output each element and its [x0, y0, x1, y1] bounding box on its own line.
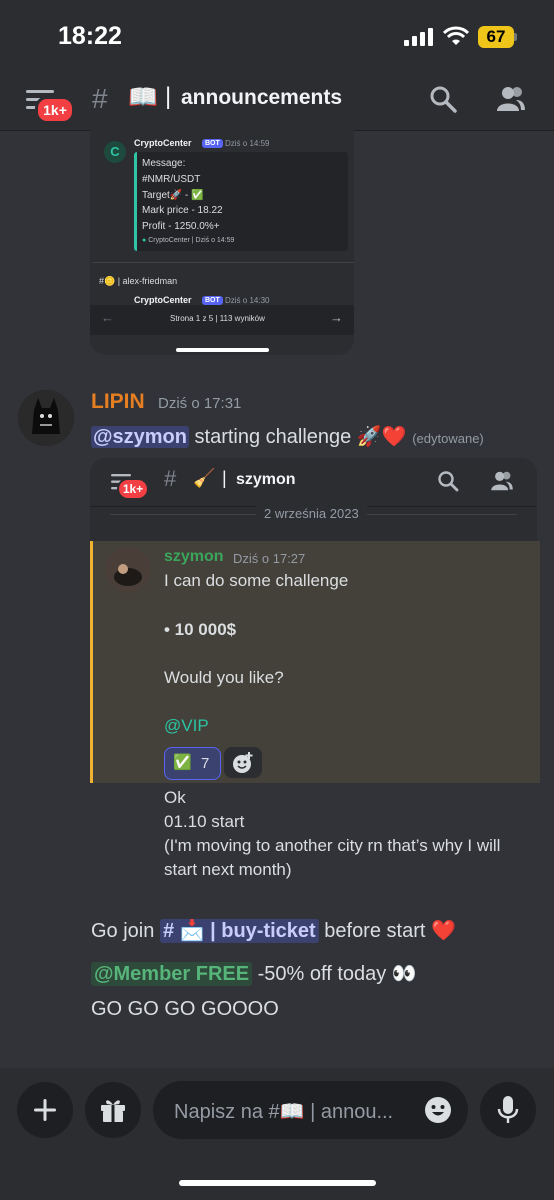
- message-body: starting challenge 🚀❤️: [188, 426, 413, 448]
- inner-members-icon: [491, 471, 513, 491]
- pager-prev-icon[interactable]: ←: [101, 310, 114, 325]
- embed-footer: ● CryptoCenter | Dziś o 14:59: [142, 237, 234, 244]
- embed-line: Mark price - 18.22: [142, 205, 223, 216]
- message-author[interactable]: LIPIN: [91, 390, 145, 414]
- add-reaction-icon: [233, 752, 253, 773]
- date-divider: 2 września 2023: [256, 506, 367, 521]
- embed-line: Profit - 1250.0%+: [142, 221, 220, 232]
- gift-icon: [101, 1100, 125, 1122]
- reaction-count: 7: [201, 755, 210, 772]
- inner-followup-line: start next month): [164, 860, 292, 879]
- channel-separator: |: [165, 83, 172, 110]
- hash-icon: #: [92, 83, 108, 114]
- role-mention-vip: @VIP: [164, 716, 209, 735]
- inner-message-time: Dziś o 17:27: [233, 551, 306, 566]
- voice-message-button[interactable]: [480, 1082, 536, 1138]
- message-line-join: Go join # 📩 | buy-ticket before start ❤️: [91, 918, 456, 943]
- battery-indicator: 67: [478, 26, 514, 48]
- inner-avatar-image-icon: [105, 547, 151, 593]
- inner-channel-emoji: 🧹: [193, 468, 216, 488]
- inner-hash-icon: #: [164, 466, 177, 491]
- channel-emoji: 📖: [128, 84, 158, 111]
- footer-text: CryptoCenter | Dziś o 14:59: [148, 237, 235, 244]
- inner-followup-line: (I'm moving to another city rn that’s wh…: [164, 836, 501, 855]
- channel-mention-buy-ticket[interactable]: # 📩 | buy-ticket: [159, 919, 319, 943]
- inner-message-author: szymon: [164, 548, 224, 565]
- message-time: Dziś o 17:31: [158, 395, 242, 412]
- battery-cap: [514, 33, 517, 41]
- next-bot-tag: BOT: [202, 296, 223, 305]
- inner-avatar: [105, 547, 151, 593]
- reaction-chip: ✅ 7: [164, 747, 221, 780]
- inner-channel-title: szymon: [236, 471, 296, 488]
- message-input-placeholder: Napisz na #📖 | annou...: [174, 1101, 394, 1123]
- next-channel: #🪙 | alex-friedman: [99, 276, 178, 286]
- emoji-icon[interactable]: [424, 1096, 452, 1124]
- inner-message-line: Would you like?: [164, 668, 284, 687]
- unread-badge: 1k+: [35, 96, 75, 124]
- message-fragment: before start ❤️: [318, 920, 456, 942]
- message-line-discount: @Member FREE -50% off today 👀: [91, 961, 417, 986]
- inner-message-line: • 10 000$: [164, 620, 237, 639]
- inner-channel-separator: |: [222, 468, 227, 488]
- bot-name: CryptoCenter: [134, 138, 192, 148]
- message-fragment: -50% off today 👀: [252, 963, 417, 985]
- avatar-image-icon: [18, 390, 74, 446]
- signal-icon: [404, 28, 433, 46]
- gift-button[interactable]: [85, 1082, 141, 1138]
- wifi-icon: [443, 26, 469, 45]
- inner-followup-line: Ok: [164, 788, 186, 807]
- footer-icon: ●: [142, 237, 147, 244]
- home-indicator[interactable]: [179, 1180, 376, 1186]
- bot-avatar: C: [104, 141, 126, 163]
- search-icon[interactable]: [429, 85, 457, 113]
- bot-tag: BOT: [202, 139, 223, 148]
- status-time: 18:22: [58, 22, 122, 50]
- inner-search-icon: [438, 471, 459, 492]
- pager-page: Strona 1 z 5: [170, 314, 214, 323]
- inner-followup-line: 01.10 start: [164, 812, 245, 831]
- add-reaction-button: [224, 747, 262, 778]
- edited-label: (edytowane): [412, 431, 484, 446]
- embed-line: #NMR/USDT: [142, 174, 201, 185]
- pager-label: Strona 1 z 5 | 113 wyników: [170, 314, 265, 323]
- message-line-gogo: GO GO GO GOOOO: [91, 998, 279, 1020]
- attach-button[interactable]: [17, 1082, 73, 1138]
- microphone-icon: [497, 1096, 519, 1123]
- divider: [92, 262, 354, 263]
- next-bot-time: Dziś o 14:30: [225, 296, 270, 305]
- inner-unread-badge: 1k+: [117, 478, 149, 500]
- next-bot-name: CryptoCenter: [134, 295, 192, 305]
- embed-line: Target🚀 - ✅: [142, 190, 204, 201]
- members-icon[interactable]: [496, 86, 526, 112]
- pager-next-icon[interactable]: →: [330, 310, 343, 325]
- channel-title[interactable]: announcements: [181, 86, 342, 110]
- message-text: @szymon starting challenge 🚀❤️ (edytowan…: [91, 424, 484, 449]
- pager-results: 113 wyników: [219, 314, 265, 323]
- avatar[interactable]: [18, 390, 74, 446]
- inner-channel-header: [90, 458, 537, 507]
- bot-time: Dziś o 14:59: [225, 139, 270, 148]
- inner-message-line: I can do some challenge: [164, 571, 349, 590]
- pager-separator: |: [215, 314, 218, 323]
- role-mention-member-free[interactable]: @Member FREE: [91, 962, 253, 986]
- user-mention[interactable]: @szymon: [91, 426, 189, 448]
- embedded-home-indicator: [176, 348, 269, 352]
- embed-line: Message:: [142, 158, 186, 169]
- check-emoji: ✅: [173, 754, 192, 771]
- plus-icon: [34, 1099, 56, 1121]
- message-fragment: Go join: [91, 920, 160, 942]
